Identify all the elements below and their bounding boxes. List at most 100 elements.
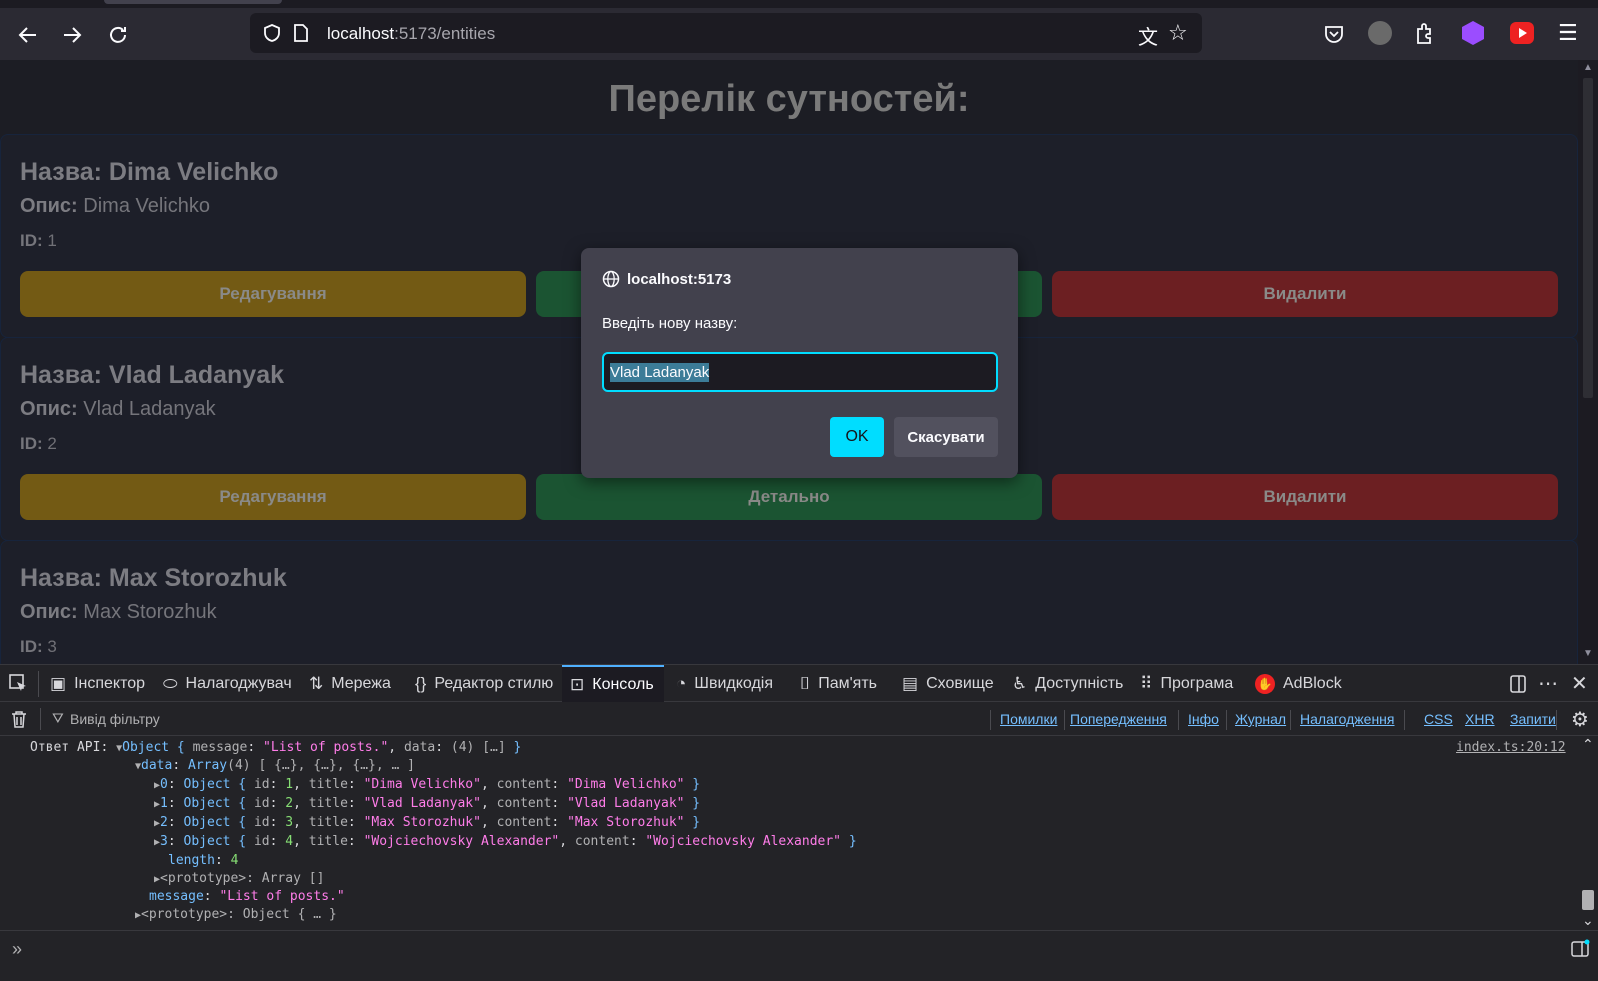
back-icon[interactable] (14, 21, 42, 49)
entity-desc-value: Max Storozhuk (83, 601, 217, 623)
scroll-down-icon[interactable]: ⌄ (1582, 912, 1594, 929)
pocket-icon[interactable] (1323, 23, 1345, 50)
prompt-chevron-icon: » (12, 939, 23, 959)
name-label: Назва: (20, 361, 102, 389)
dialog-message: Введіть нову назву: (602, 315, 738, 332)
log-line[interactable]: ▶0: Object { id: 1, title: "Dima Velichk… (154, 777, 700, 792)
log-line[interactable]: ▶<prototype>: Array [] (154, 871, 324, 886)
divider (40, 708, 41, 730)
log-line[interactable]: ▶1: Object { id: 2, title: "Vlad Ladanya… (154, 796, 700, 811)
url-text[interactable]: localhost:5173/entities (327, 24, 495, 44)
close-devtools-icon[interactable]: ✕ (1571, 671, 1588, 696)
desc-label: Опис: (20, 601, 78, 623)
edit-button[interactable]: Редагування (20, 474, 526, 520)
accessibility-icon: ♿ (1012, 673, 1028, 693)
input-selected-text: Vlad Ladanyak (610, 362, 710, 382)
log-line[interactable]: Ответ API: ▼Object { message: "List of p… (30, 740, 521, 755)
url-bar[interactable]: localhost:5173/entities 文 ☆ (250, 13, 1202, 53)
menu-icon[interactable]: ☰ (1558, 22, 1578, 44)
filter-errors[interactable]: Помилки (1000, 711, 1057, 727)
tab-console[interactable]: ⊡ Консоль (562, 665, 664, 702)
tab-label: Налагоджувач (185, 674, 292, 692)
scroll-up-icon[interactable]: ⌃ (1582, 736, 1594, 753)
scroll-up-icon[interactable]: ▲ (1583, 62, 1593, 73)
filter-warnings[interactable]: Попередження (1070, 711, 1167, 727)
more-options-icon[interactable]: ⋯ (1538, 671, 1558, 696)
filter-input[interactable]: Вивід фільтру (70, 711, 160, 727)
extensions-icon[interactable] (1414, 21, 1436, 50)
cancel-button[interactable]: Скасувати (894, 417, 998, 457)
filter-debug[interactable]: Налагодження (1300, 711, 1395, 727)
sidebar-toggle-icon[interactable] (1570, 939, 1590, 964)
filter-xhr[interactable]: XHR (1465, 711, 1495, 727)
filter-info[interactable]: Інфо (1188, 711, 1219, 727)
scroll-down-icon[interactable]: ▼ (1583, 648, 1593, 659)
tab-application[interactable]: ⠿ Програма (1140, 665, 1233, 702)
performance-icon: ◔ (676, 673, 687, 693)
divider (990, 710, 991, 730)
ok-button[interactable]: OK (830, 417, 884, 457)
devtools-tabbar: ▣ Інспектор ⬭ Налагоджувач ⇅ Мережа {} Редак… (0, 664, 1598, 702)
desc-label: Опис: (20, 398, 78, 420)
detail-button[interactable]: Детально (536, 474, 1042, 520)
log-line[interactable]: ▶<prototype>: Object { … } (135, 907, 337, 922)
shield-icon[interactable] (262, 23, 282, 48)
tab-accessibility[interactable]: ♿ Доступність (1012, 665, 1123, 702)
dialog-origin: localhost:5173 (627, 271, 732, 288)
page-scrollbar-thumb[interactable] (1583, 78, 1593, 398)
bookmark-star-icon[interactable]: ☆ (1168, 20, 1188, 46)
tab-label: Сховище (926, 674, 994, 692)
tab-label: Мережа (331, 674, 391, 692)
delete-button[interactable]: Видалити (1052, 474, 1558, 520)
translate-icon[interactable]: 文 (1138, 21, 1158, 50)
console-scrollbar-thumb[interactable] (1582, 890, 1594, 910)
desc-label: Опис: (20, 195, 78, 217)
console-input[interactable]: » (0, 930, 1598, 981)
page-icon[interactable] (292, 23, 310, 48)
filter-css[interactable]: CSS (1424, 711, 1453, 727)
extension-hex-icon[interactable] (1462, 21, 1484, 45)
tab-performance[interactable]: ◔ Швидкодія (676, 665, 773, 702)
tab-network[interactable]: ⇅ Мережа (309, 665, 391, 702)
account-avatar[interactable] (1368, 21, 1392, 45)
divider (1064, 710, 1065, 730)
entity-id-value: 2 (47, 434, 57, 453)
console-scrollbar[interactable]: ⌃ ⌄ (1578, 736, 1598, 930)
storage-icon: ▤ (902, 673, 919, 693)
log-line[interactable]: ▼data: Array(4) [ {…}, {…}, {…}, … ] (135, 758, 415, 773)
network-icon: ⇅ (309, 673, 324, 693)
tab-inspector[interactable]: ▣ Інспектор (50, 665, 145, 702)
filter-requests[interactable]: Запити (1510, 711, 1556, 727)
settings-gear-icon[interactable]: ⚙ (1571, 707, 1589, 732)
memory-icon: ⌷ (800, 673, 811, 693)
tab-style-editor[interactable]: {} Редактор стилю (415, 665, 553, 702)
log-source-link[interactable]: index.ts:20:12 (1456, 740, 1566, 755)
id-label: ID: (20, 637, 43, 656)
tab-adblock[interactable]: ✋ AdBlock (1255, 665, 1342, 702)
active-tab-indicator[interactable] (104, 0, 282, 4)
globe-icon (602, 270, 620, 293)
log-line[interactable]: ▶3: Object { id: 4, title: "Wojciechovsk… (154, 834, 857, 849)
log-line[interactable]: ▶2: Object { id: 3, title: "Max Storozhu… (154, 815, 700, 830)
tab-debugger[interactable]: ⬭ Налагоджувач (163, 665, 292, 702)
filter-log[interactable]: Журнал (1235, 711, 1286, 727)
forward-icon[interactable] (58, 21, 86, 49)
tab-strip (0, 0, 1598, 8)
dock-side-icon[interactable] (1508, 673, 1528, 700)
entity-name: Vlad Ladanyak (108, 361, 284, 389)
trash-icon[interactable] (10, 709, 28, 734)
entity-name: Max Storozhuk (108, 564, 287, 592)
entity-desc: Опис: Vlad Ladanyak (20, 398, 216, 421)
url-host: localhost (327, 24, 395, 43)
element-picker-icon[interactable] (8, 673, 28, 698)
console-icon: ⊡ (570, 674, 585, 694)
new-name-input[interactable]: Vlad Ladanyak (602, 352, 998, 392)
reload-icon[interactable] (104, 21, 132, 49)
tab-storage[interactable]: ▤ Сховище (902, 665, 994, 702)
extension-video-icon[interactable] (1510, 22, 1534, 44)
page-scrollbar[interactable]: ▲ ▼ (1578, 60, 1598, 664)
delete-button[interactable]: Видалити (1052, 271, 1558, 317)
entity-title: Назва: Vlad Ladanyak (20, 361, 284, 390)
tab-memory[interactable]: ⌷ Пам'ять (800, 665, 877, 702)
edit-button[interactable]: Редагування (20, 271, 526, 317)
